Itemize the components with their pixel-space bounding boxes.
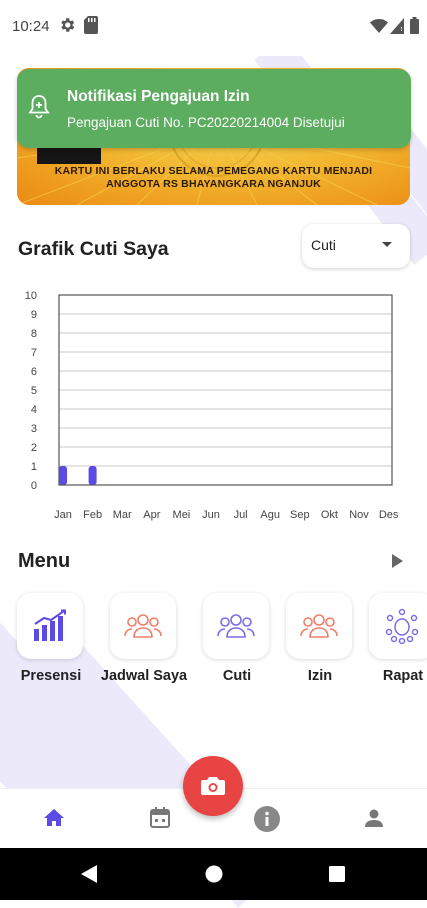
info-icon[interactable] — [254, 806, 280, 832]
chart-x-tick-label: Des — [379, 509, 399, 521]
chart-y-tick-label: 10 — [25, 290, 37, 302]
chart-y-tick-label: 4 — [31, 404, 37, 416]
menu-item-box[interactable] — [110, 593, 176, 659]
menu-item-label: Rapat — [382, 668, 424, 684]
calendar-icon[interactable] — [150, 807, 170, 828]
menu-item-izin[interactable]: Izin — [286, 593, 358, 684]
menu-item-rapat[interactable]: Rapat — [369, 593, 427, 684]
menu-item-jadwal-saya[interactable]: Jadwal Saya — [101, 593, 187, 684]
chart-x-tick-label: Jul — [234, 509, 248, 521]
bar-chart-icon — [34, 609, 66, 641]
chart-x-tick-label: Okt — [321, 509, 338, 521]
chart-x-tick-label: Sep — [290, 509, 310, 521]
chart-y-tick-label: 1 — [31, 461, 37, 473]
group-icon — [217, 614, 255, 638]
chart-y-tick-label: 2 — [31, 442, 37, 454]
settings-icon — [61, 18, 75, 32]
camera-icon — [201, 777, 225, 795]
menu-item-label: Izin — [307, 668, 333, 684]
leave-bar-chart: 0 1 2 3 4 5 6 7 8 9 10 Jan Feb Mar Apr Mei Jun Jul Agu Sep… — [25, 290, 399, 521]
chart-y-axis: 0 1 2 3 4 5 6 7 8 9 10 — [25, 290, 37, 492]
menu-title: Menu — [18, 550, 71, 572]
chart-x-axis: Jan Feb Mar Apr Mei Jun Jul Agu Sep Okt Nov Des — [54, 509, 399, 521]
chart-x-tick-label: Feb — [83, 509, 102, 521]
menu-item-label: Jadwal Saya — [100, 668, 188, 684]
chart-x-tick-label: Mar — [113, 509, 132, 521]
menu-item-cuti[interactable]: Cuti — [203, 593, 275, 684]
battery-icon — [410, 17, 419, 34]
group-icon — [124, 614, 162, 638]
chart-y-tick-label: 7 — [31, 347, 37, 359]
chart-y-tick-label: 3 — [31, 423, 37, 435]
menu-item-box[interactable] — [369, 593, 427, 659]
android-navigation-bar — [0, 848, 427, 900]
wifi-icon — [370, 19, 388, 33]
group-icon — [300, 614, 338, 638]
chart-x-tick-label: Mei — [173, 509, 191, 521]
chart-x-tick-label: Jan — [54, 509, 72, 521]
card-text-line-2: ANGGOTA RS BHAYANGKARA NGANJUK — [106, 178, 321, 190]
chart-y-tick-label: 8 — [31, 328, 37, 340]
home-icon[interactable] — [44, 808, 64, 827]
notification-bell-icon — [28, 95, 50, 119]
dropdown-selected-value: Cuti — [311, 237, 336, 253]
sd-card-icon — [84, 16, 98, 34]
menu-item-label: Presensi — [20, 668, 82, 684]
menu-item-box[interactable] — [17, 593, 83, 659]
menu-next-arrow-icon[interactable] — [390, 553, 404, 569]
camera-capture-button[interactable] — [183, 756, 243, 816]
menu-item-presensi[interactable]: Presensi — [17, 593, 89, 684]
chevron-down-icon — [382, 242, 392, 247]
profile-icon[interactable] — [364, 808, 384, 828]
notification-body: Pengajuan Cuti No. PC20220214004 Disetuj… — [67, 115, 345, 130]
chart-grid — [59, 294, 392, 486]
menu-item-box[interactable] — [286, 593, 352, 659]
chart-x-tick-label: Agu — [260, 509, 280, 521]
chart-y-tick-label: 6 — [31, 366, 37, 378]
chart-bar — [59, 466, 67, 485]
menu-item-box[interactable] — [203, 593, 269, 659]
notification-title: Notifikasi Pengajuan Izin — [67, 88, 250, 105]
back-icon[interactable] — [81, 865, 97, 883]
chart-y-tick-label: 5 — [31, 385, 37, 397]
chart-title: Grafik Cuti Saya — [18, 238, 169, 260]
chart-x-tick-label: Nov — [349, 509, 369, 521]
chart-bars — [59, 466, 97, 485]
menu-item-label: Cuti — [222, 668, 252, 684]
chart-x-tick-label: Jun — [202, 509, 220, 521]
notification-banner[interactable]: Notifikasi Pengajuan Izin Pengajuan Cuti… — [17, 69, 411, 148]
status-time: 10:24 — [12, 18, 50, 35]
status-bar: 10:24 — [0, 0, 427, 56]
recents-icon[interactable] — [329, 866, 345, 882]
chart-x-tick-label: Apr — [143, 509, 160, 521]
chart-y-tick-label: 0 — [31, 480, 37, 492]
home-button-icon[interactable] — [205, 865, 223, 883]
chart-bar — [88, 466, 97, 485]
card-text-line-1: KARTU INI BERLAKU SELAMA PEMEGANG KARTU … — [54, 165, 373, 177]
leave-type-dropdown[interactable]: Cuti — [302, 224, 410, 268]
meeting-icon — [385, 608, 419, 644]
chart-y-tick-label: 9 — [31, 309, 37, 321]
cellular-signal-icon — [390, 18, 404, 34]
